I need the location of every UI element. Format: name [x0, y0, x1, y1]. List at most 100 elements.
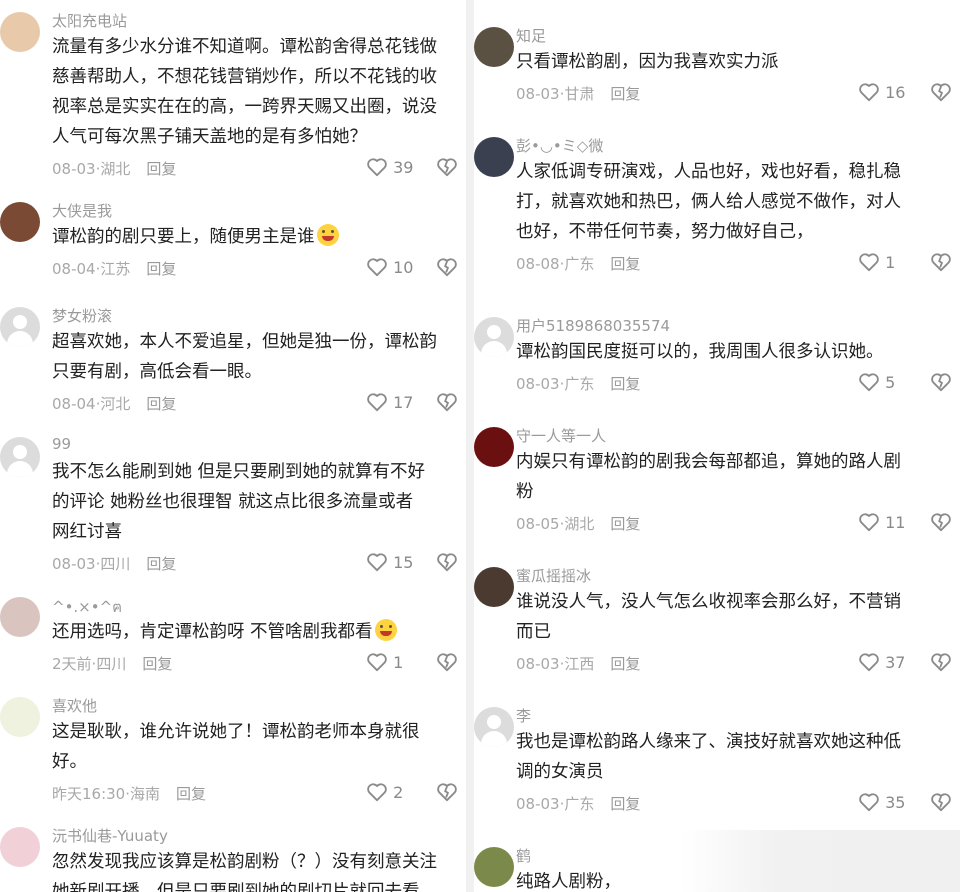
heart-outline-icon: [858, 513, 880, 532]
avatar[interactable]: [0, 202, 40, 242]
username[interactable]: 彭•◡•ミ◇微: [516, 135, 603, 156]
username[interactable]: ^•.×•^ฅ: [52, 595, 122, 619]
broken-heart-icon[interactable]: [930, 512, 952, 534]
like-button[interactable]: 35: [858, 792, 905, 814]
comment-text-span: 纯路人剧粉，: [516, 872, 621, 892]
avatar[interactable]: [474, 317, 514, 357]
comment-text-span: 调的女演员: [516, 762, 604, 782]
broken-heart-icon[interactable]: [436, 392, 458, 414]
comment-text-line: 谁说没人气，没人气怎么收视率会那么好，不营销: [516, 587, 901, 617]
broken-heart-icon[interactable]: [930, 252, 952, 274]
broken-heart-icon[interactable]: [436, 157, 458, 179]
avatar[interactable]: [0, 12, 40, 52]
reply-button[interactable]: 回复: [610, 653, 640, 674]
like-button[interactable]: 1: [366, 652, 403, 674]
reply-button[interactable]: 回复: [146, 158, 176, 179]
comment-text-span: 好。: [52, 752, 87, 772]
comment-text-line: 忽然发现我应该算是松韵剧粉（？）没有刻意关注: [52, 847, 437, 877]
like-button[interactable]: 5: [858, 372, 895, 394]
comment-meta: 2天前 · 四川 回复: [52, 653, 172, 675]
comment-text-span: 超喜欢她，本人不爱追星，但她是独一份，谭松韵: [52, 332, 437, 352]
comment-text-line: 视率总是实实在在的高，一跨界天赐又出圈，说没: [52, 92, 437, 122]
reply-button[interactable]: 回复: [146, 553, 176, 574]
reply-button[interactable]: 回复: [610, 793, 640, 814]
username[interactable]: 99: [52, 435, 71, 453]
reply-button[interactable]: 回复: [610, 83, 640, 104]
reply-button[interactable]: 回复: [142, 653, 172, 674]
username[interactable]: 用户5189868035574: [516, 315, 670, 336]
reply-button[interactable]: 回复: [146, 258, 176, 279]
avatar[interactable]: [0, 697, 40, 737]
comment-text-span: 打，就喜欢她和热巴，俩人给人感觉不做作，对人: [516, 192, 901, 212]
comment-text-line: 只要有剧，高低会看一眼。: [52, 357, 437, 387]
username[interactable]: 蜜瓜摇摇冰: [516, 565, 591, 586]
reply-button[interactable]: 回复: [146, 393, 176, 414]
like-button[interactable]: 39: [366, 157, 413, 179]
like-button[interactable]: 2: [366, 782, 403, 804]
avatar[interactable]: [0, 307, 40, 347]
avatar[interactable]: [474, 567, 514, 607]
broken-heart-icon[interactable]: [930, 372, 952, 394]
username[interactable]: 鹤: [516, 845, 531, 866]
heart-outline-icon: [366, 553, 388, 572]
comment-text-span: 人气可每次黑子铺天盖地的是有多怕她？: [52, 127, 367, 147]
broken-heart-icon[interactable]: [930, 652, 952, 674]
username[interactable]: 大侠是我: [52, 200, 112, 221]
like-button[interactable]: 17: [366, 392, 413, 414]
username[interactable]: 知足: [516, 25, 546, 46]
comment-text-span: 视率总是实实在在的高，一跨界天赐又出圈，说没: [52, 97, 437, 117]
like-button[interactable]: 10: [366, 257, 413, 279]
comment-text: 谁说没人气，没人气怎么收视率会那么好，不营销 而已: [516, 587, 901, 647]
comment-meta: 08-03 · 江西 回复: [516, 653, 640, 675]
reply-button[interactable]: 回复: [176, 783, 206, 804]
left-comment-column: 太阳充电站 流量有多少水分谁不知道啊。谭松韵舍得总花钱做 慈善帮助人，不想花钱营销炒…: [0, 0, 466, 892]
username[interactable]: 太阳充电站: [52, 10, 127, 31]
broken-heart-icon[interactable]: [930, 792, 952, 814]
comment-text: 人家低调专研演戏，人品也好，戏也好看，稳扎稳 打，就喜欢她和热巴，俩人给人感觉不做…: [516, 157, 901, 247]
reply-button[interactable]: 回复: [610, 373, 640, 394]
heart-outline-icon: [366, 158, 388, 177]
comment-text-line: 这是耿耿，谁允许说她了！谭松韵老师本身就很: [52, 717, 420, 747]
comment-text-line: 慈善帮助人，不想花钱营销炒作，所以不花钱的收: [52, 62, 437, 92]
broken-heart-icon[interactable]: [436, 652, 458, 674]
comment-text-span: 网红讨喜: [52, 522, 122, 542]
comment-location: 四川: [100, 555, 131, 573]
comment-text: 这是耿耿，谁允许说她了！谭松韵老师本身就很 好。: [52, 717, 420, 777]
comment-text: 我也是谭松韵路人缘来了、演技好就喜欢她这种低 调的女演员: [516, 727, 901, 787]
username[interactable]: 沅书仙巷-Yuuaty: [52, 825, 168, 846]
reply-button[interactable]: 回复: [610, 253, 640, 274]
heart-outline-icon: [858, 83, 880, 102]
comment-text-line: 好。: [52, 747, 420, 777]
broken-heart-icon[interactable]: [930, 82, 952, 104]
avatar[interactable]: [474, 427, 514, 467]
comment-text-span: 也好，不带任何节奏，努力做好自己，: [516, 222, 814, 242]
comment-meta: 08-03 · 甘肃 回复: [516, 83, 640, 105]
avatar[interactable]: [474, 707, 514, 747]
broken-heart-icon[interactable]: [436, 782, 458, 804]
comment-location: 河北: [100, 395, 131, 413]
username[interactable]: 梦女粉滚: [52, 305, 112, 326]
avatar[interactable]: [0, 827, 40, 867]
like-button[interactable]: 11: [858, 512, 905, 534]
comment-text-span: 只要有剧，高低会看一眼。: [52, 362, 262, 382]
avatar[interactable]: [0, 437, 40, 477]
like-button[interactable]: 15: [366, 552, 413, 574]
comment-text-span: 这是耿耿，谁允许说她了！谭松韵老师本身就很: [52, 722, 420, 742]
username[interactable]: 李: [516, 705, 531, 726]
comment-text-span: 内娱只有谭松韵的剧我会每部都追，算她的路人剧: [516, 452, 901, 472]
like-button[interactable]: 1: [858, 252, 895, 274]
broken-heart-icon[interactable]: [436, 552, 458, 574]
avatar[interactable]: [474, 137, 514, 177]
avatar[interactable]: [474, 27, 514, 67]
avatar[interactable]: [0, 597, 40, 637]
comment-text: 忽然发现我应该算是松韵剧粉（？）没有刻意关注 她新剧开播，但是只要刷到她的剧切片就…: [52, 847, 437, 892]
comment-text-line: 只看谭松韵剧，因为我喜欢实力派: [516, 47, 779, 77]
username[interactable]: 守一人等一人: [516, 425, 606, 446]
broken-heart-icon[interactable]: [436, 257, 458, 279]
avatar[interactable]: [474, 847, 514, 887]
like-button[interactable]: 16: [858, 82, 905, 104]
reply-button[interactable]: 回复: [610, 513, 640, 534]
username[interactable]: 喜欢他: [52, 695, 97, 716]
comment-text: 谭松韵的剧只要上，随便男主是谁: [52, 222, 341, 252]
like-button[interactable]: 37: [858, 652, 905, 674]
